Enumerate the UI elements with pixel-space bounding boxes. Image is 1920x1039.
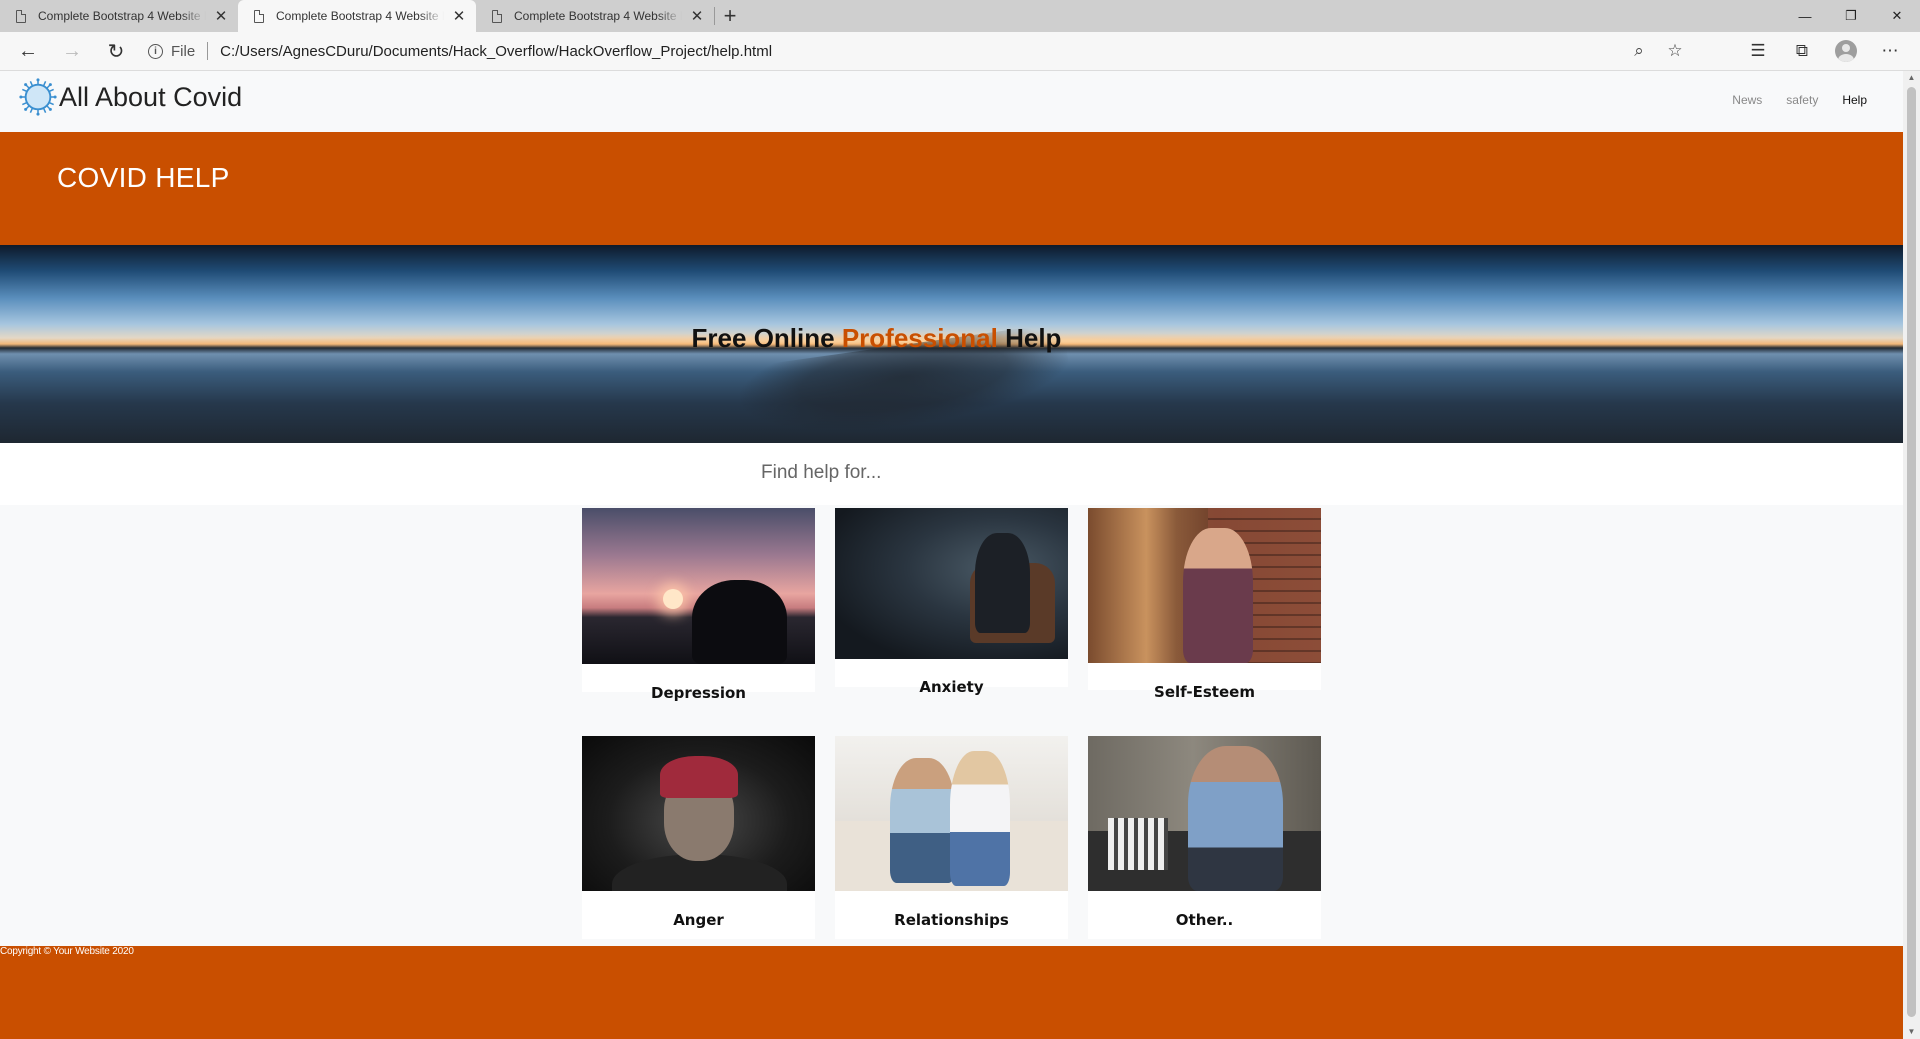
scheme-label: File: [171, 42, 196, 60]
close-window-icon[interactable]: ✕: [1874, 0, 1920, 32]
tab-strip: Complete Bootstrap 4 Website Layout ✕ Co…: [0, 0, 1920, 32]
avatar-icon: [1835, 40, 1857, 62]
find-help-section: Find help for...: [0, 443, 1903, 505]
info-icon[interactable]: i: [148, 43, 163, 59]
depression-photo: [582, 508, 815, 664]
virus-logo-icon: [19, 78, 57, 116]
zoom-icon[interactable]: ⌕: [1621, 41, 1657, 61]
nav-link-news[interactable]: News: [1732, 93, 1762, 107]
striped-pillow: [1108, 818, 1168, 870]
self-esteem-photo: [1088, 508, 1321, 663]
document-icon: [16, 9, 26, 23]
browser-tab-1[interactable]: Complete Bootstrap 4 Website Layout ✕: [0, 0, 238, 32]
page-title: COVID HELP: [57, 162, 230, 193]
minimize-icon[interactable]: —: [1782, 0, 1828, 32]
tab-title: Complete Bootstrap 4 Website Layout: [276, 9, 444, 23]
card-label: Anxiety: [919, 678, 984, 696]
favorites-list-icon[interactable]: ☰: [1736, 41, 1780, 61]
woman-figure: [950, 751, 1010, 886]
sitting-person-silhouette: [692, 580, 787, 664]
help-card-anger[interactable]: Anger: [582, 736, 815, 939]
close-tab-icon[interactable]: ✕: [214, 7, 228, 25]
close-tab-icon[interactable]: ✕: [690, 7, 704, 25]
nav-link-help[interactable]: Help: [1842, 93, 1867, 107]
browser-tab-2[interactable]: Complete Bootstrap 4 Website Layout ✕: [238, 0, 476, 32]
help-card-relationships[interactable]: Relationships: [835, 736, 1068, 939]
hero-text-accent: Professional: [841, 323, 998, 353]
tab-title: Complete Bootstrap 4 Website Layout: [38, 9, 206, 23]
hero-banner: Free Online Professional Help: [0, 245, 1903, 443]
back-arrow-icon[interactable]: ←: [6, 32, 50, 70]
browser-tab-3[interactable]: Complete Bootstrap 4 Website Layout ✕: [476, 0, 714, 32]
restore-icon[interactable]: ❐: [1828, 0, 1874, 32]
refresh-icon[interactable]: ↻: [94, 32, 138, 70]
favorite-star-icon[interactable]: ☆: [1657, 41, 1693, 61]
man-figure: [1188, 746, 1283, 891]
window-controls: — ❐ ✕: [1782, 0, 1920, 32]
help-card-other[interactable]: Other..: [1088, 736, 1321, 939]
leaning-person: [1183, 528, 1253, 663]
new-tab-icon[interactable]: +: [715, 0, 745, 32]
document-icon: [492, 9, 502, 23]
more-menu-icon[interactable]: ⋯: [1868, 41, 1912, 61]
anger-photo: [582, 736, 815, 891]
sunset-sun: [663, 589, 683, 609]
site-navbar: All About Covid News safety Help: [0, 71, 1903, 132]
toolbar-actions: ☰ ⧉ ⋯: [1736, 32, 1912, 70]
help-card-self-esteem[interactable]: Self-Esteem: [1088, 508, 1321, 701]
site-footer: Copyright © Your Website 2020: [0, 946, 1903, 1039]
help-card-anxiety[interactable]: Anxiety: [835, 508, 1068, 696]
card-label: Anger: [673, 911, 724, 929]
collections-icon[interactable]: ⧉: [1780, 41, 1824, 61]
page-viewport: All About Covid News safety Help COVID H…: [0, 71, 1903, 1039]
red-beanie: [660, 756, 738, 798]
other-photo: [1088, 736, 1321, 891]
hero-text-start: Free Online: [691, 323, 842, 353]
document-icon: [254, 9, 264, 23]
nav-links: News safety Help: [1708, 93, 1867, 107]
page-header-banner: COVID HELP: [0, 132, 1903, 245]
address-bar[interactable]: i File C:/Users/AgnesCDuru/Documents/Hac…: [148, 36, 1693, 66]
forward-arrow-icon[interactable]: →: [50, 32, 94, 70]
profile-avatar[interactable]: [1824, 40, 1868, 62]
scrollbar-thumb[interactable]: [1907, 87, 1916, 1017]
browser-toolbar: ← → ↻ i File C:/Users/AgnesCDuru/Documen…: [0, 32, 1920, 71]
brand-link[interactable]: All About Covid: [19, 78, 242, 116]
man-figure: [890, 758, 955, 883]
hero-heading: Free Online Professional Help: [0, 323, 1903, 354]
vertical-scrollbar[interactable]: ▲ ▼: [1903, 71, 1920, 1039]
card-label: Other..: [1175, 911, 1234, 929]
anxiety-photo: [835, 508, 1068, 659]
scroll-up-arrow-icon[interactable]: ▲: [1903, 71, 1920, 85]
scroll-down-arrow-icon[interactable]: ▼: [1903, 1025, 1920, 1039]
brand-title: All About Covid: [59, 81, 243, 112]
close-tab-icon[interactable]: ✕: [452, 7, 466, 25]
card-label: Relationships: [894, 911, 1009, 929]
help-card-depression[interactable]: Depression: [582, 508, 815, 702]
address-actions: ⌕ ☆: [1621, 36, 1693, 66]
card-label: Depression: [651, 684, 746, 702]
url-text[interactable]: C:/Users/AgnesCDuru/Documents/Hack_Overf…: [220, 43, 772, 60]
find-help-heading: Find help for...: [761, 462, 882, 483]
seated-person: [975, 533, 1030, 633]
relationships-photo: [835, 736, 1068, 891]
nav-link-safety[interactable]: safety: [1786, 93, 1818, 107]
card-label: Self-Esteem: [1154, 683, 1255, 701]
address-divider: [207, 42, 209, 60]
tab-title: Complete Bootstrap 4 Website Layout: [514, 9, 682, 23]
copyright-text: Copyright © Your Website 2020: [0, 946, 134, 957]
hero-text-end: Help: [997, 323, 1062, 353]
